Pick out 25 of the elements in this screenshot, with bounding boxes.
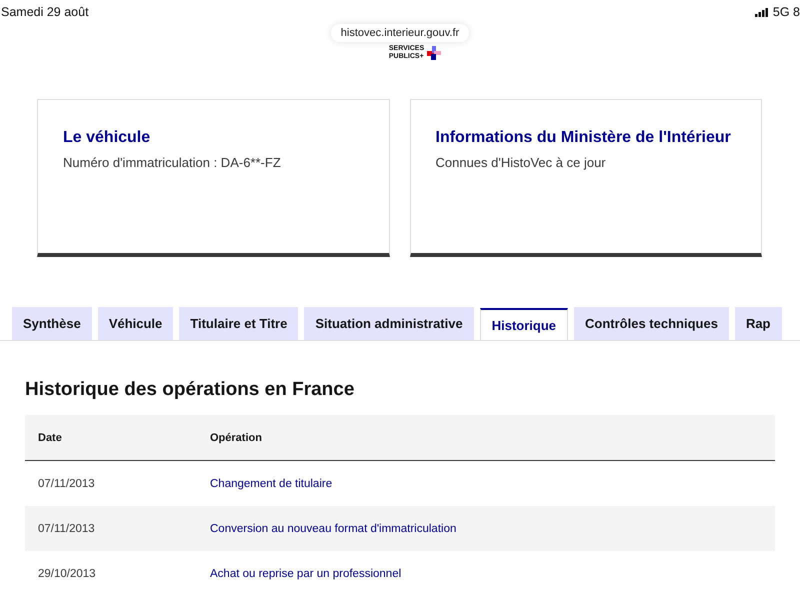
tab[interactable]: Véhicule <box>98 307 174 340</box>
column-header: Opération <box>210 432 263 444</box>
logo-icon <box>427 46 442 60</box>
date-cell-text: 07/11/2013 <box>38 522 96 534</box>
date-cell-text: 07/11/2013 <box>38 478 96 490</box>
card-subtitle: Connues d'HistoVec à ce jour <box>436 155 607 170</box>
date-cell-text: 29/10/2013 <box>38 568 97 580</box>
column-header: Date <box>38 432 63 444</box>
tab[interactable]: Historique <box>480 308 568 340</box>
tab[interactable]: Titulaire et Titre <box>179 307 298 340</box>
tab[interactable]: Rap <box>734 307 782 340</box>
status-date: Samedi 29 août <box>1 5 89 19</box>
card-title: Le véhicule <box>63 128 152 148</box>
address-bar[interactable]: histovec.interieur.gouv.fr <box>330 24 470 42</box>
card-subtitle: Numéro d'immatriculation : DA-6**-FZ <box>63 155 282 170</box>
operation-link[interactable]: Conversion au nouveau format d'immatriculation <box>210 522 456 534</box>
card-title: Informations du Ministère de l'Intérieur <box>436 128 732 148</box>
signal-icon <box>754 8 769 16</box>
tab[interactable]: Contrôles techniques <box>574 307 729 340</box>
section-title: Historique des opérations en France <box>25 379 356 401</box>
tab[interactable]: Situation administrative <box>304 307 474 340</box>
operation-link[interactable]: Changement de titulaire <box>210 478 332 490</box>
tab[interactable]: Synthèse <box>12 307 92 340</box>
operation-link[interactable]: Achat ou reprise par un professionnel <box>210 568 402 580</box>
network-status: 5G 8 <box>772 5 800 19</box>
